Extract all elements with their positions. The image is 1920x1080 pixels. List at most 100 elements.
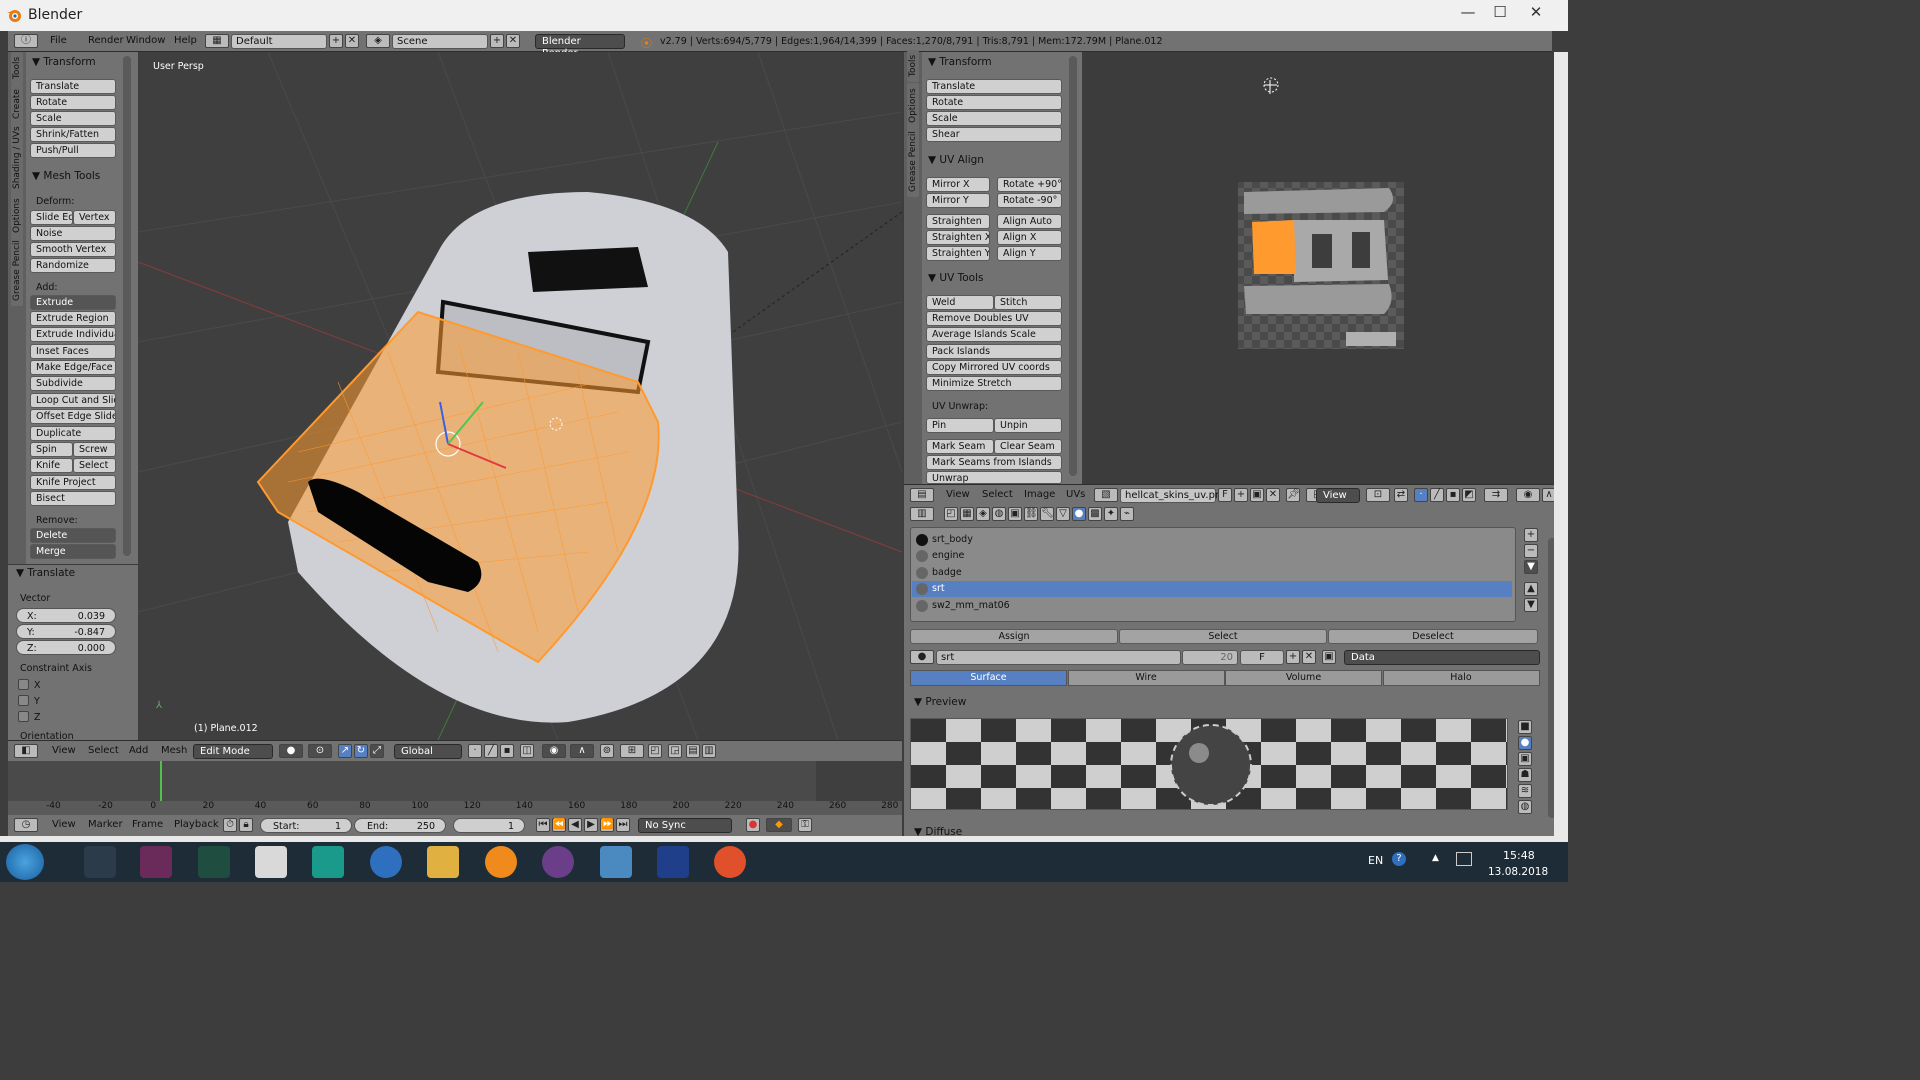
constraints-tab-icon[interactable]: ⛓︎	[1024, 507, 1038, 521]
material-tab-wire[interactable]: Wire	[1067, 670, 1225, 686]
keying-set-icon[interactable]: ◆	[766, 818, 792, 832]
start-button-icon[interactable]	[6, 844, 44, 880]
move-slot-down-icon[interactable]: ▼	[1524, 598, 1538, 612]
tab-create[interactable]: Create	[11, 84, 23, 124]
layout-icon[interactable]: ▦	[205, 34, 229, 48]
pin-button[interactable]: Pin	[926, 418, 994, 433]
menu-render[interactable]: Render	[88, 35, 124, 46]
operator-panel-header[interactable]: ▼ Translate	[16, 567, 75, 579]
3dsmax-taskbar-icon[interactable]	[312, 846, 344, 878]
jump-end-icon[interactable]: ⏭	[616, 818, 630, 832]
make-edge-face-button[interactable]: Make Edge/Face	[30, 360, 116, 375]
current-frame-marker[interactable]	[160, 761, 162, 801]
timeline-frame-menu[interactable]: Frame	[132, 819, 163, 830]
delete-menu[interactable]: Delete	[30, 528, 116, 543]
manipulator-scale-icon[interactable]: ⤢	[370, 744, 384, 758]
tab-grease-pencil[interactable]: Grease Pencil	[11, 235, 23, 306]
render-tab-icon[interactable]: ◰	[944, 507, 958, 521]
transform-panel-header[interactable]: ▼ Transform	[32, 56, 96, 68]
material-slot-row[interactable]: sw2_mm_mat06	[912, 598, 1512, 614]
jump-keyframe-back-icon[interactable]: ⏪	[552, 818, 566, 832]
remove-doubles-uv-button[interactable]: Remove Doubles UV	[926, 311, 1062, 326]
devcpp-taskbar-icon[interactable]	[657, 846, 689, 878]
constraint-y-checkbox[interactable]	[18, 695, 29, 706]
rotate-button[interactable]: Rotate	[30, 95, 116, 110]
manipulator-translate-icon[interactable]: ↗	[338, 744, 352, 758]
mark-seam-button[interactable]: Mark Seam	[926, 439, 994, 454]
clear-seam-button[interactable]: Clear Seam	[994, 439, 1062, 454]
globe-taskbar-icon[interactable]	[370, 846, 402, 878]
material-name-field[interactable]: srt	[936, 650, 1181, 665]
mark-seams-from-islands-button[interactable]: Mark Seams from Islands	[926, 455, 1062, 470]
timeline-playback-menu[interactable]: Playback	[174, 819, 219, 830]
rotate-plus-90-button[interactable]: Rotate +90°	[997, 177, 1062, 192]
stitch-button[interactable]: Stitch	[994, 295, 1062, 310]
texture-tab-icon[interactable]: ▩	[1088, 507, 1102, 521]
material-slot-row[interactable]: srt	[912, 581, 1512, 598]
add-menu[interactable]: Add	[129, 745, 148, 756]
3d-viewport[interactable]: User Persp (1) Plane.012 ⅄	[138, 52, 902, 740]
new-image-icon[interactable]: +	[1234, 488, 1248, 502]
material-tab-volume[interactable]: Volume	[1225, 670, 1382, 686]
limit-selection-icon[interactable]: ◫	[520, 744, 534, 758]
image-fake-user-toggle[interactable]: F	[1218, 488, 1232, 502]
help-tray-icon[interactable]: ?	[1392, 852, 1406, 866]
push-pull-button[interactable]: Push/Pull	[30, 143, 116, 158]
preview-monkey-icon[interactable]: ☗	[1518, 768, 1532, 782]
menu-file[interactable]: File	[50, 35, 67, 46]
remove-scene-icon[interactable]: ✕	[506, 34, 520, 48]
uv-transform-panel-header[interactable]: ▼ Transform	[928, 56, 992, 68]
slide-edge-button[interactable]: Slide Ed	[30, 210, 73, 225]
uv-uvs-menu[interactable]: UVs	[1066, 489, 1085, 500]
mirror-x-button[interactable]: Mirror X	[926, 177, 990, 192]
material-browse-icon[interactable]: ●	[910, 650, 934, 664]
offset-edge-slide-button[interactable]: Offset Edge Slide	[30, 409, 116, 424]
photo-viewer-taskbar-icon[interactable]	[600, 846, 632, 878]
timeline-editor-icon[interactable]: ◷	[14, 818, 38, 832]
remove-layout-icon[interactable]: ✕	[345, 34, 359, 48]
subdivide-button[interactable]: Subdivide	[30, 376, 116, 391]
keyframe-icon[interactable]: ⚿	[798, 818, 812, 832]
current-frame-field[interactable]: 1	[453, 818, 525, 833]
render-layers-tab-icon[interactable]: ▦	[960, 507, 974, 521]
transform-orientation-select[interactable]: Global	[394, 744, 462, 759]
uv-rotate-button[interactable]: Rotate	[926, 95, 1062, 110]
average-islands-scale-button[interactable]: Average Islands Scale	[926, 327, 1062, 342]
sticky-selection-icon[interactable]: ⇉	[1484, 488, 1508, 502]
snapshot-icon[interactable]: ▥	[702, 744, 716, 758]
opengl-render-icon[interactable]: ◲	[668, 744, 682, 758]
remove-slot-icon[interactable]: −	[1524, 544, 1538, 558]
vector-y-field[interactable]: Y: -0.847	[16, 624, 116, 639]
vector-x-field[interactable]: X: 0.039	[16, 608, 116, 623]
vector-z-field[interactable]: Z: 0.000	[16, 640, 116, 655]
uv-island-mode-icon[interactable]: ◩	[1462, 488, 1476, 502]
align-y-button[interactable]: Align Y	[997, 246, 1062, 261]
new-material-icon[interactable]: +	[1286, 650, 1300, 664]
assign-button[interactable]: Assign	[910, 629, 1118, 644]
uv-tab-tools[interactable]: Tools	[907, 49, 919, 82]
open-image-icon[interactable]: ▣	[1250, 488, 1264, 502]
uv-translate-button[interactable]: Translate	[926, 79, 1062, 94]
add-scene-icon[interactable]: +	[490, 34, 504, 48]
straighten-button[interactable]: Straighten	[926, 214, 990, 229]
tab-shading-uvs[interactable]: Shading / UVs	[11, 121, 23, 194]
material-slot-row[interactable]: srt_body	[912, 532, 1512, 548]
close-icon[interactable]: ✕	[1518, 2, 1554, 24]
smooth-vertex-button[interactable]: Smooth Vertex	[30, 242, 116, 257]
proportional-edit-icon[interactable]: ◉	[542, 744, 566, 758]
scene-tab-icon[interactable]: ◈	[976, 507, 990, 521]
mesh-tools-panel-header[interactable]: ▼ Mesh Tools	[32, 170, 100, 182]
menu-help[interactable]: Help	[174, 35, 197, 46]
edge-select-icon[interactable]: ╱	[484, 744, 498, 758]
timeline-view-menu[interactable]: View	[52, 819, 76, 830]
end-frame-field[interactable]: End: 250	[354, 818, 446, 833]
manipulator-rotate-icon[interactable]: ↻	[354, 744, 368, 758]
world-tab-icon[interactable]: ◍	[992, 507, 1006, 521]
sync-selection-icon[interactable]: ⇄	[1394, 488, 1408, 502]
preview-flat-icon[interactable]: ■	[1518, 720, 1532, 734]
unlink-image-icon[interactable]: ✕	[1266, 488, 1280, 502]
network-app-taskbar-icon[interactable]	[714, 846, 746, 878]
screw-button[interactable]: Screw	[73, 442, 116, 457]
object-tab-icon[interactable]: ▣	[1008, 507, 1022, 521]
uv-align-panel-header[interactable]: ▼ UV Align	[928, 154, 984, 166]
